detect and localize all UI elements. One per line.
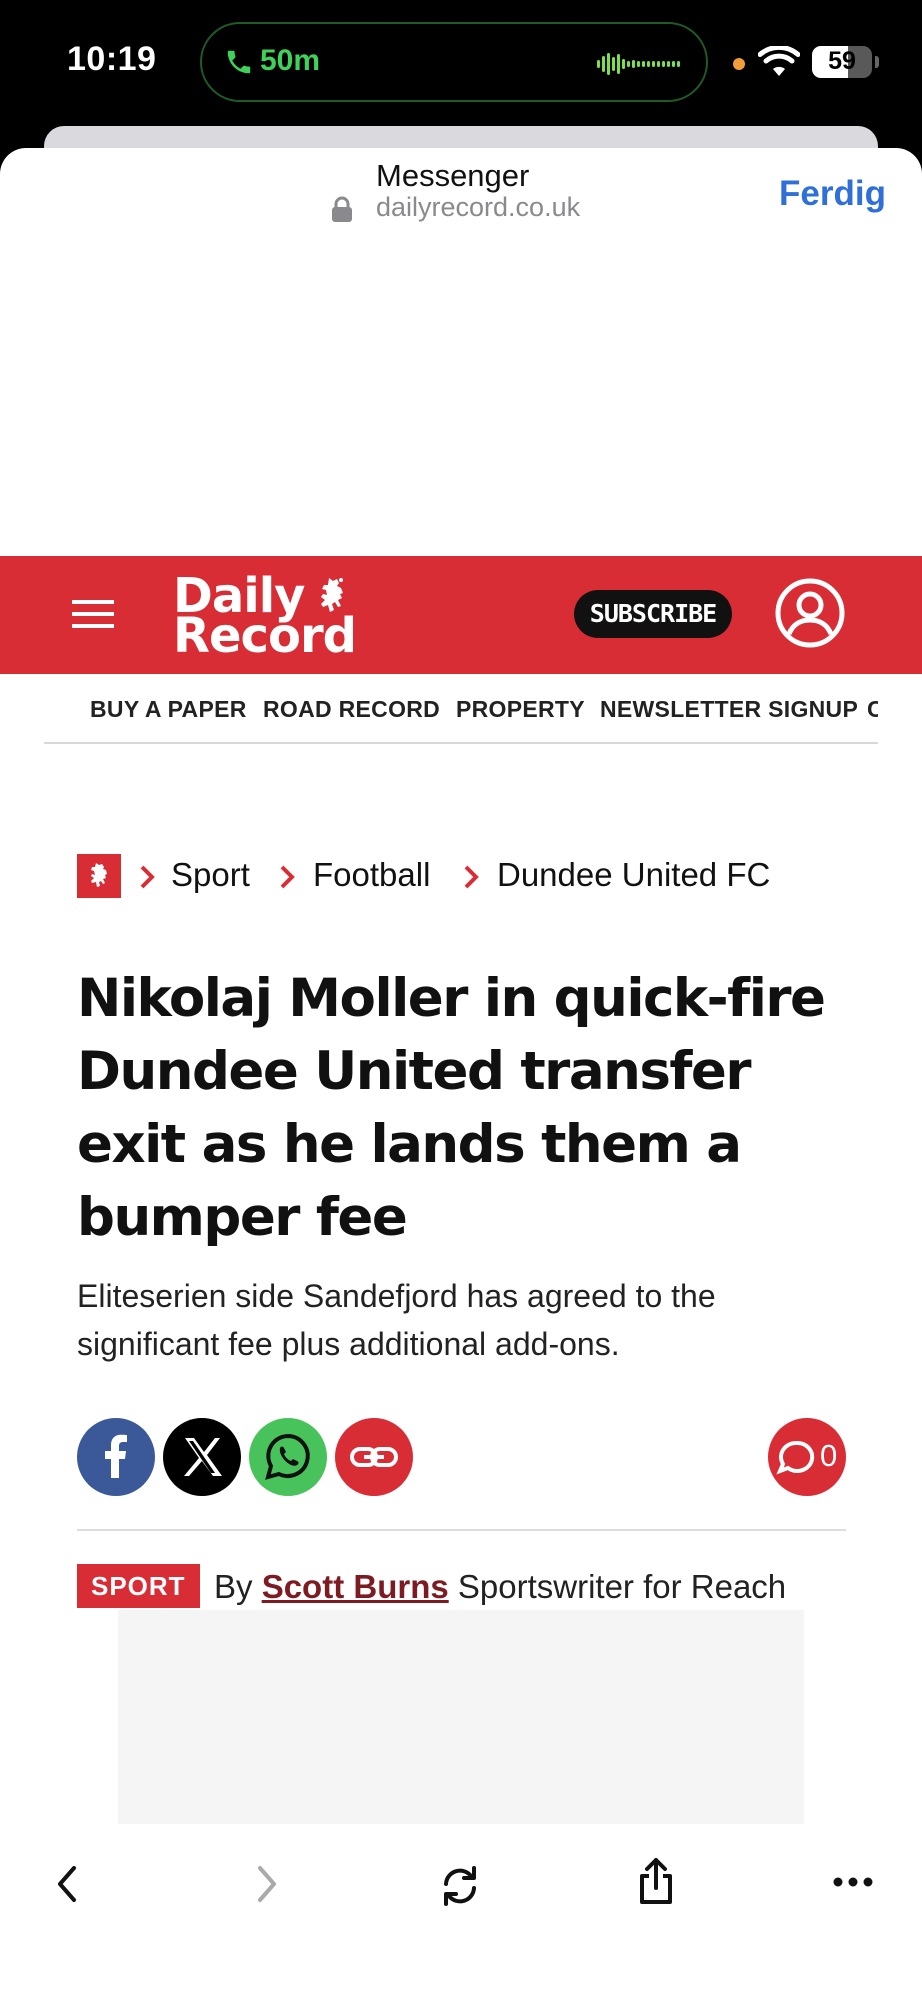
more-icon[interactable] [832,1876,874,1888]
daily-record-logo[interactable]: Daily Record [173,572,357,664]
facebook-icon [105,1434,127,1478]
forward-icon[interactable] [254,1864,280,1904]
nav-item-newsletter-signup[interactable]: NEWSLETTER SIGNUP [600,696,858,723]
author-role: Sportswriter for Reach [457,1568,787,1605]
browser-app-title: Messenger [376,158,530,193]
lock-icon [332,196,352,222]
browser-toolbar [0,1824,922,1996]
menu-icon[interactable] [72,598,114,630]
section-tag[interactable]: SPORT [77,1564,200,1608]
divider [77,1529,846,1531]
ad-placeholder [118,1610,804,1824]
done-button[interactable]: Ferdig [779,174,886,214]
chevron-right-icon [280,865,295,889]
byline-prefix: By [214,1568,253,1605]
browser-header: Messenger dailyrecord.co.uk Ferdig [0,148,922,238]
whatsapp-icon [265,1433,310,1480]
battery-level: 59 [828,47,856,75]
comment-bubble-icon [776,1440,815,1475]
share-icon[interactable] [636,1856,676,1906]
reload-icon[interactable] [436,1864,484,1908]
back-icon[interactable] [54,1864,80,1904]
breadcrumb-sport[interactable]: Sport [171,856,250,894]
article-headline: Nikolaj Moller in quick-fire Dundee Unit… [77,968,826,1248]
status-time: 10:19 [67,40,157,78]
logo-line-2: Record [173,608,357,664]
comments-button[interactable]: 0 [768,1418,846,1496]
chevron-right-icon [464,865,479,889]
privacy-indicator-dot [733,58,745,70]
account-icon[interactable] [775,578,845,648]
nav-item-buy-a-paper[interactable]: BUY A PAPER [90,696,247,723]
breadcrumb-dundee-united[interactable]: Dundee United FC [497,856,770,894]
facebook-share-button[interactable] [77,1418,155,1496]
whatsapp-share-button[interactable] [249,1418,327,1496]
call-duration: 50m [260,44,321,77]
status-bar: 10:19 50m 59 [0,0,922,130]
author-link[interactable]: Scott Burns [262,1568,449,1605]
x-icon [184,1438,222,1476]
breadcrumb-home[interactable] [77,854,121,898]
nav-item-property[interactable]: PROPERTY [456,696,585,723]
section-nav: BUY A PAPER ROAD RECORD PROPERTY NEWSLET… [44,674,878,744]
nav-item-road-record[interactable]: ROAD RECORD [263,696,440,723]
subscribe-button[interactable]: SUBSCRIBE [574,590,732,638]
x-share-button[interactable] [163,1418,241,1496]
audio-waveform-icon [597,53,680,75]
browser-url: dailyrecord.co.uk [376,192,581,222]
link-icon [350,1447,398,1467]
phone-icon [227,50,251,74]
breadcrumb-football[interactable]: Football [313,856,430,894]
chevron-right-icon [140,865,155,889]
byline: By Scott Burns Sportswriter for Reach [214,1568,786,1606]
lion-rampant-icon [321,578,343,612]
site-header: Daily Record SUBSCRIBE [0,556,922,674]
wifi-icon [758,46,800,76]
lion-rampant-icon [91,863,107,887]
nav-item-truncated[interactable]: C [867,696,878,723]
article-standfirst: Eliteserien side Sandefjord has agreed t… [77,1278,716,1362]
comment-count: 0 [820,1438,838,1473]
dynamic-island-call[interactable]: 50m [200,22,708,102]
copy-link-button[interactable] [335,1418,413,1496]
